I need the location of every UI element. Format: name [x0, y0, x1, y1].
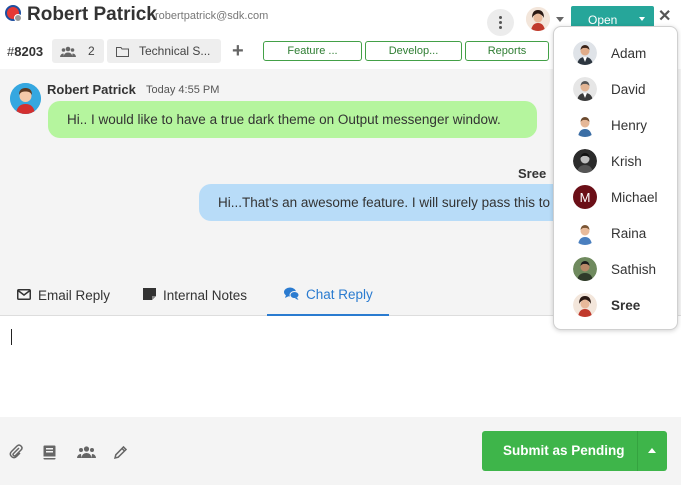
avatar [573, 113, 597, 137]
submit-label: Submit as Pending [503, 443, 625, 458]
incoming-message-bubble: Hi.. I would like to have a true dark th… [48, 101, 537, 138]
category-label: Technical S... [139, 44, 211, 58]
add-tag-icon[interactable]: + [232, 41, 244, 61]
avatar [573, 41, 597, 65]
assignee-option-adam[interactable]: Adam [554, 35, 677, 71]
chevron-down-icon [639, 17, 645, 21]
members-chip[interactable]: 2 [52, 39, 104, 63]
reply-footer: Submit as Pending [0, 417, 681, 485]
reply-author: Sree [518, 166, 547, 181]
contact-email: robertpatrick@sdk.com [155, 10, 269, 22]
ticket-number: 8203 [14, 44, 44, 59]
more-options-button[interactable] [487, 9, 514, 36]
submit-button[interactable]: Submit as Pending [482, 431, 667, 471]
contact-name: Robert Patrick [27, 4, 157, 25]
member-count: 2 [88, 44, 95, 58]
tab-email-reply[interactable]: Email Reply [17, 275, 110, 316]
assignee-option-raina[interactable]: Raina [554, 215, 677, 251]
assignee-option-krish[interactable]: Krish [554, 143, 677, 179]
assignee-dropdown-caret-icon[interactable] [556, 17, 564, 22]
group-icon [60, 46, 76, 57]
assignee-menu: Adam David Henry Krish M Michael Raina S… [553, 26, 678, 330]
text-cursor [11, 329, 12, 345]
chat-bubbles-icon [284, 287, 300, 303]
tag-develop[interactable]: Develop... [365, 41, 462, 61]
assignee-option-sree[interactable]: Sree [554, 287, 677, 323]
tab-chat-reply[interactable]: Chat Reply [267, 275, 389, 316]
assignee-option-david[interactable]: David [554, 71, 677, 107]
presence-dot [14, 14, 22, 22]
status-label: Open [588, 13, 618, 27]
tag-feature[interactable]: Feature ... [263, 41, 362, 61]
chevron-up-icon[interactable] [648, 448, 656, 453]
assignee-avatar[interactable] [526, 7, 550, 31]
assignee-name: Michael [611, 189, 658, 205]
assignee-name: Raina [611, 225, 647, 241]
assignee-name: Sree [611, 297, 641, 313]
avatar [573, 77, 597, 101]
author-avatar [10, 83, 41, 114]
tab-email-label: Email Reply [38, 288, 111, 303]
assignee-name: Sathish [611, 261, 657, 277]
close-icon[interactable]: ✕ [658, 9, 671, 25]
pencil-icon[interactable] [112, 444, 128, 460]
avatar [573, 293, 597, 317]
assignee-option-sathish[interactable]: Sathish [554, 251, 677, 287]
assignee-name: David [611, 81, 646, 97]
group-icon[interactable] [76, 444, 96, 460]
envelope-icon [17, 288, 31, 303]
paperclip-icon[interactable] [8, 444, 24, 460]
assignee-option-henry[interactable]: Henry [554, 107, 677, 143]
vertical-dots-icon [499, 15, 502, 30]
ticket-id: #8203 [7, 44, 43, 59]
outgoing-message-bubble: Hi...That's an awesome feature. I will s… [199, 184, 579, 221]
folder-icon [116, 46, 129, 57]
assignee-name: Krish [611, 153, 642, 169]
submit-divider [637, 431, 638, 471]
category-chip[interactable]: Technical S... [107, 39, 221, 63]
message-author: Robert Patrick [47, 82, 136, 97]
tab-internal-notes[interactable]: Internal Notes [143, 275, 247, 316]
tab-notes-label: Internal Notes [163, 288, 248, 303]
knowledge-base-icon[interactable] [41, 444, 57, 460]
assignee-name: Henry [611, 117, 648, 133]
reply-editor[interactable] [0, 317, 681, 417]
avatar [573, 257, 597, 281]
avatar: M [573, 185, 597, 209]
app-logo-icon [5, 5, 22, 22]
avatar [573, 221, 597, 245]
avatar [573, 149, 597, 173]
message-time: Today 4:55 PM [146, 84, 220, 96]
tab-chat-label: Chat Reply [306, 287, 373, 302]
note-icon [143, 288, 156, 303]
assignee-option-michael[interactable]: M Michael [554, 179, 677, 215]
tag-reports[interactable]: Reports [465, 41, 549, 61]
assignee-name: Adam [611, 45, 647, 61]
